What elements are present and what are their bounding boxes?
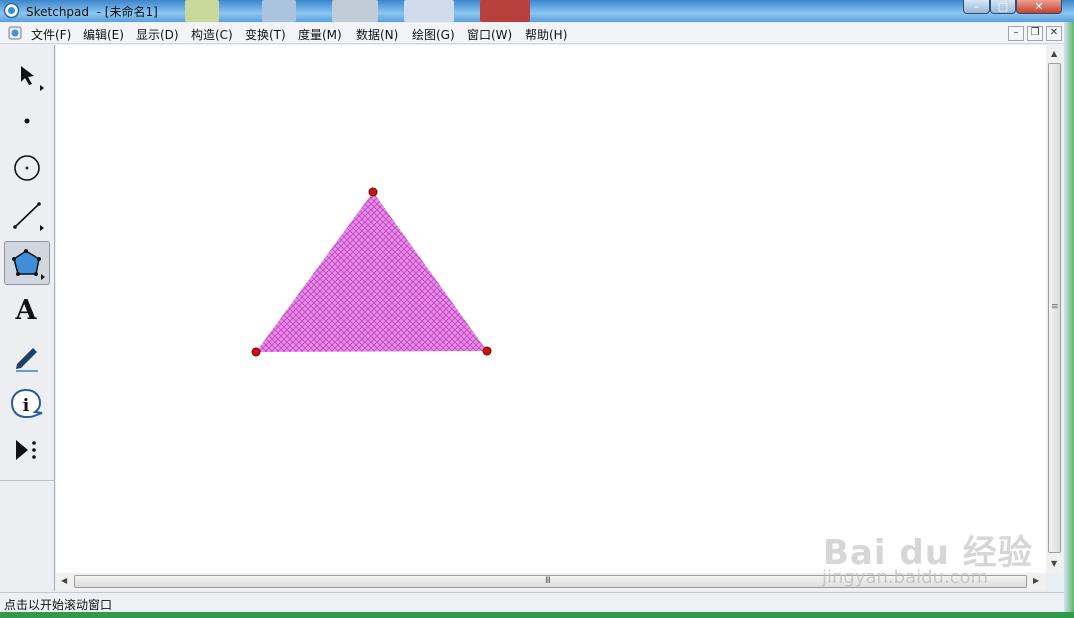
title-bar: Sketchpad - [未命名1] – □ ✕ [0,0,1074,22]
close-icon: ✕ [1034,0,1044,13]
doc-restore-button[interactable]: ❐ [1027,26,1043,41]
window-border [0,612,1074,618]
vertical-grip-icon: ≡ [1051,302,1058,312]
polygon-icon [12,249,45,280]
close-button[interactable]: ✕ [1016,0,1062,14]
menu-edit[interactable]: 编辑(E) [83,26,124,43]
maximize-icon: □ [997,0,1009,13]
status-text: 点击以开始滚动窗口 [4,598,113,612]
sketch-drawing [251,187,492,357]
tool-straightedge[interactable] [4,193,50,237]
background-thumbnail [262,0,296,22]
menu-data[interactable]: 数据(N) [356,26,398,43]
tool-marker[interactable] [4,335,50,379]
tool-select[interactable] [4,53,50,97]
point-icon [24,118,30,124]
svg-text:i: i [23,396,30,416]
window-title: Sketchpad - [未命名1] [26,5,158,19]
status-bar: 点击以开始滚动窗口 [0,592,1074,612]
vertical-scroll-thumb[interactable]: ≡ [1048,63,1061,553]
tool-point[interactable] [4,99,50,143]
menu-measure[interactable]: 度量(M) [298,26,342,43]
minimize-icon: – [973,0,980,13]
straightedge-icon [13,202,44,231]
doc-minimize-button[interactable]: – [1008,26,1024,41]
sketch-canvas[interactable] [56,45,1046,573]
triangle-polygon[interactable] [256,192,487,352]
menu-transform[interactable]: 变换(T) [245,26,286,43]
menu-window[interactable]: 窗口(W) [467,26,512,43]
minimize-button[interactable]: – [963,0,990,14]
menu-bar: 文件(F) 编辑(E) 显示(D) 构造(C) 变换(T) 度量(M) 数据(N… [0,23,1074,44]
app-icon [3,2,20,19]
scroll-left-icon[interactable]: ◀ [61,576,67,585]
background-thumbnail [332,0,378,22]
information-icon: i [10,388,43,419]
tool-information[interactable]: i [4,382,50,426]
background-thumbnail [185,0,219,22]
background-thumbnail [480,0,530,22]
svg-text:A: A [15,295,38,326]
tool-compass[interactable] [4,146,50,190]
toolbox-divider [0,480,54,481]
horizontal-grip-icon: III [545,576,551,586]
watermark-url: jingyan.baidu.com [822,567,989,588]
vertical-scrollbar[interactable]: ▲ ≡ ▼ [1046,45,1063,573]
toolbox: A i [0,45,55,591]
doc-close-button[interactable]: ✕ [1046,26,1062,41]
menu-graph[interactable]: 绘图(G) [412,26,455,43]
tool-text[interactable]: A [4,288,50,332]
menu-file[interactable]: 文件(F) [31,26,71,43]
tool-polygon[interactable] [4,241,50,285]
text-icon: A [15,295,38,326]
triangle-vertex[interactable] [251,347,261,357]
triangle-vertex[interactable] [368,187,378,197]
scroll-right-icon[interactable]: ▶ [1033,576,1039,585]
background-thumbnail [404,0,454,22]
marker-icon [16,348,38,372]
scroll-down-icon[interactable]: ▼ [1051,559,1057,568]
menu-display[interactable]: 显示(D) [136,26,179,43]
sketchpad-window: Sketchpad - [未命名1] – □ ✕ 文件(F) 编辑(E) 显示(… [0,0,1074,618]
menu-help[interactable]: 帮助(H) [525,26,567,43]
window-border [1064,22,1074,612]
compass-icon [14,155,40,181]
arrow-select-icon [21,66,44,91]
scroll-up-icon[interactable]: ▲ [1051,49,1057,58]
document-icon[interactable] [8,26,22,40]
tool-custom[interactable] [4,429,50,473]
maximize-button[interactable]: □ [990,0,1016,14]
custom-tool-icon [16,440,36,460]
triangle-vertex[interactable] [482,346,492,356]
menu-construct[interactable]: 构造(C) [191,26,233,43]
